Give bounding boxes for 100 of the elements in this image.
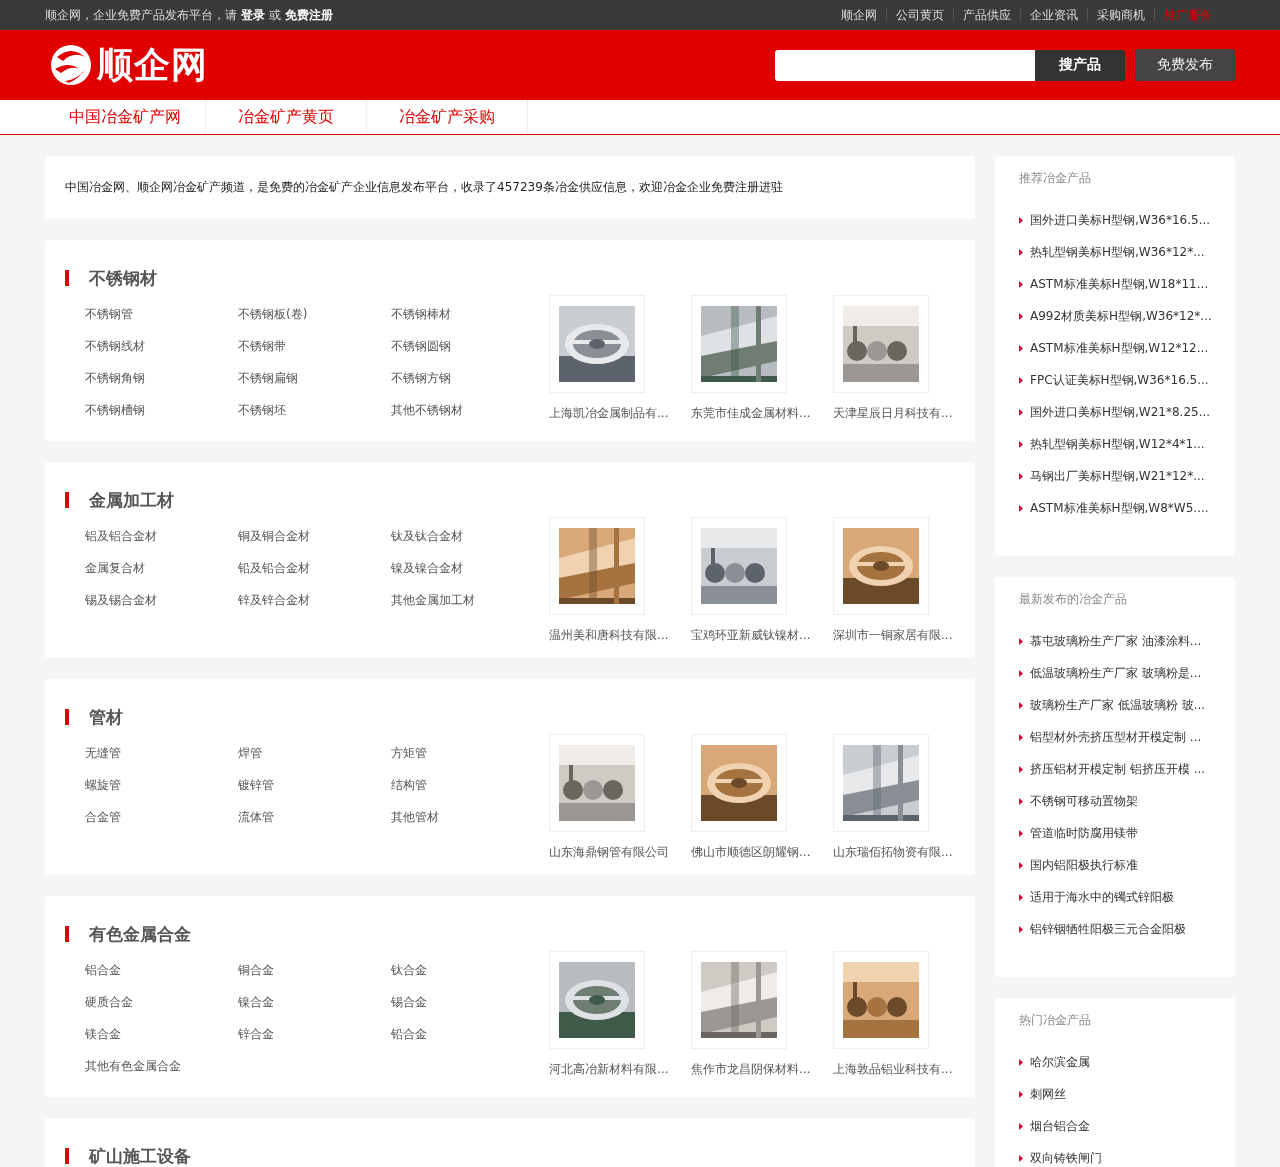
category-link[interactable]: 不锈钢棒材	[391, 298, 544, 330]
category-link[interactable]: 其他金属加工材	[391, 584, 544, 616]
company-link[interactable]: 宝鸡环亚新威钛镍材...	[691, 627, 813, 643]
category-link[interactable]: 铅及铅合金材	[238, 552, 391, 584]
product-thumbnail[interactable]	[549, 734, 645, 832]
search-field[interactable]	[775, 49, 1035, 81]
company-link[interactable]: 天津星辰日月科技有...	[833, 405, 955, 421]
category-link[interactable]: 不锈钢管	[85, 298, 238, 330]
product-link[interactable]: 热轧型钢美标H型钢,W36*12*...	[1030, 243, 1205, 261]
product-link[interactable]: 国内铝阳极执行标准	[1030, 856, 1138, 874]
top-nav-link[interactable]: 顺企网	[832, 9, 886, 21]
product-link[interactable]: A992材质美标H型钢,W36*12*...	[1030, 307, 1212, 325]
category-link[interactable]: 不锈钢角钢	[85, 362, 238, 394]
product-link[interactable]: FPC认证美标H型钢,W36*16.5...	[1030, 371, 1209, 389]
product-link[interactable]: 铝型材外壳挤压型材开模定制 ...	[1030, 728, 1202, 746]
product-link[interactable]: 热轧型钢美标H型钢,W12*4*1...	[1030, 435, 1205, 453]
category-link[interactable]: 镁合金	[85, 1018, 238, 1050]
product-thumbnail[interactable]	[833, 951, 929, 1049]
category-link[interactable]: 其他有色金属合金	[85, 1050, 238, 1082]
company-link[interactable]: 焦作市龙昌阴保材料...	[691, 1061, 813, 1077]
category-link[interactable]: 金属复合材	[85, 552, 238, 584]
category-link[interactable]: 无缝管	[85, 737, 238, 769]
top-nav-link[interactable]: 企业资讯	[1020, 9, 1087, 21]
product-link[interactable]: 哈尔滨金属	[1030, 1053, 1090, 1071]
category-link[interactable]: 铜及铜合金材	[238, 520, 391, 552]
category-link[interactable]: 镀锌管	[238, 769, 391, 801]
product-thumbnail[interactable]	[549, 517, 645, 615]
category-link[interactable]: 镍合金	[238, 986, 391, 1018]
category-link[interactable]: 流体管	[238, 801, 391, 833]
category-link[interactable]: 不锈钢坯	[238, 394, 391, 426]
category-link[interactable]: 不锈钢圆钢	[391, 330, 544, 362]
product-thumbnail[interactable]	[833, 517, 929, 615]
product-link[interactable]: 刺网丝	[1030, 1085, 1066, 1103]
category-link[interactable]: 钛及钛合金材	[391, 520, 544, 552]
search-button[interactable]: 搜产品	[1035, 49, 1125, 81]
category-link[interactable]: 锌合金	[238, 1018, 391, 1050]
company-link[interactable]: 温州美和唐科技有限...	[549, 627, 671, 643]
category-link[interactable]: 铜合金	[238, 954, 391, 986]
product-link[interactable]: 烟台铝合金	[1030, 1117, 1090, 1135]
publish-button[interactable]: 免费发布	[1135, 49, 1235, 81]
category-link[interactable]: 不锈钢带	[238, 330, 391, 362]
product-thumbnail[interactable]	[549, 295, 645, 393]
product-thumbnail[interactable]	[833, 295, 929, 393]
company-link[interactable]: 上海敦品铝业科技有...	[833, 1061, 955, 1077]
category-link[interactable]: 锌及锌合金材	[238, 584, 391, 616]
top-nav-link[interactable]: 公司黄页	[886, 9, 953, 21]
company-link[interactable]: 佛山市顺德区朗耀钢...	[691, 844, 813, 860]
category-link[interactable]: 其他不锈钢材	[391, 394, 544, 426]
nav-tab[interactable]: 中国冶金矿产网	[45, 100, 206, 134]
product-link[interactable]: 慕屯玻璃粉生产厂家 油漆涂料...	[1030, 632, 1202, 650]
product-link[interactable]: 马钢出厂美标H型钢,W21*12*...	[1030, 467, 1205, 485]
category-link[interactable]: 不锈钢板(卷)	[238, 298, 391, 330]
top-nav-link[interactable]: 产品供应	[953, 9, 1020, 21]
category-link[interactable]: 不锈钢槽钢	[85, 394, 238, 426]
company-link[interactable]: 山东海鼎钢管有限公司	[549, 844, 671, 860]
company-link[interactable]: 河北高冶新材料有限...	[549, 1061, 671, 1077]
product-link[interactable]: 双向铸铁闸门	[1030, 1149, 1102, 1167]
category-link[interactable]: 钛合金	[391, 954, 544, 986]
register-link[interactable]: 免费注册	[285, 6, 333, 24]
product-link[interactable]: 低温玻璃粉生产厂家 玻璃粉是...	[1030, 664, 1202, 682]
category-link[interactable]: 铅合金	[391, 1018, 544, 1050]
category-link[interactable]: 合金管	[85, 801, 238, 833]
product-link[interactable]: 管道临时防腐用镁带	[1030, 824, 1138, 842]
category-link[interactable]: 锡合金	[391, 986, 544, 1018]
product-link[interactable]: ASTM标准美标H型钢,W18*11...	[1030, 275, 1209, 293]
category-link[interactable]: 铝合金	[85, 954, 238, 986]
product-link[interactable]: 国外进口美标H型钢,W21*8.25...	[1030, 403, 1211, 421]
product-thumbnail[interactable]	[833, 734, 929, 832]
category-link[interactable]: 其他管材	[391, 801, 544, 833]
category-link[interactable]: 不锈钢线材	[85, 330, 238, 362]
product-link[interactable]: ASTM标准美标H型钢,W8*W5....	[1030, 499, 1209, 517]
product-thumbnail[interactable]	[691, 517, 787, 615]
nav-tab[interactable]: 冶金矿产黄页	[206, 100, 367, 134]
product-link[interactable]: 挤压铝材开模定制 铝挤压开模 ...	[1030, 760, 1206, 778]
company-link[interactable]: 山东瑞佰拓物资有限...	[833, 844, 955, 860]
product-thumbnail[interactable]	[691, 951, 787, 1049]
login-link[interactable]: 登录	[241, 6, 265, 24]
category-link[interactable]: 铝及铝合金材	[85, 520, 238, 552]
product-thumbnail[interactable]	[691, 734, 787, 832]
category-link[interactable]: 锡及锡合金材	[85, 584, 238, 616]
top-nav-link[interactable]: 采购商机	[1087, 9, 1154, 21]
category-link[interactable]: 不锈钢扁钢	[238, 362, 391, 394]
product-thumbnail[interactable]	[691, 295, 787, 393]
category-link[interactable]: 焊管	[238, 737, 391, 769]
category-link[interactable]: 镍及镍合金材	[391, 552, 544, 584]
product-link[interactable]: 不锈钢可移动置物架	[1030, 792, 1138, 810]
company-link[interactable]: 东莞市佳成金属材料...	[691, 405, 813, 421]
product-link[interactable]: ASTM标准美标H型钢,W12*12...	[1030, 339, 1209, 357]
company-link[interactable]: 深圳市一铜家居有限...	[833, 627, 955, 643]
product-thumbnail[interactable]	[549, 951, 645, 1049]
nav-tab[interactable]: 冶金矿产采购	[367, 100, 528, 134]
category-link[interactable]: 硬质合金	[85, 986, 238, 1018]
product-link[interactable]: 铝锌铟牺牲阳极三元合金阳极	[1030, 920, 1186, 938]
logo-text[interactable]: 顺企网	[97, 40, 208, 90]
product-link[interactable]: 国外进口美标H型钢,W36*16.5...	[1030, 211, 1211, 229]
product-link[interactable]: 适用于海水中的镯式锌阳极	[1030, 888, 1174, 906]
category-link[interactable]: 方矩管	[391, 737, 544, 769]
category-link[interactable]: 结构管	[391, 769, 544, 801]
category-link[interactable]: 螺旋管	[85, 769, 238, 801]
category-link[interactable]: 不锈钢方钢	[391, 362, 544, 394]
